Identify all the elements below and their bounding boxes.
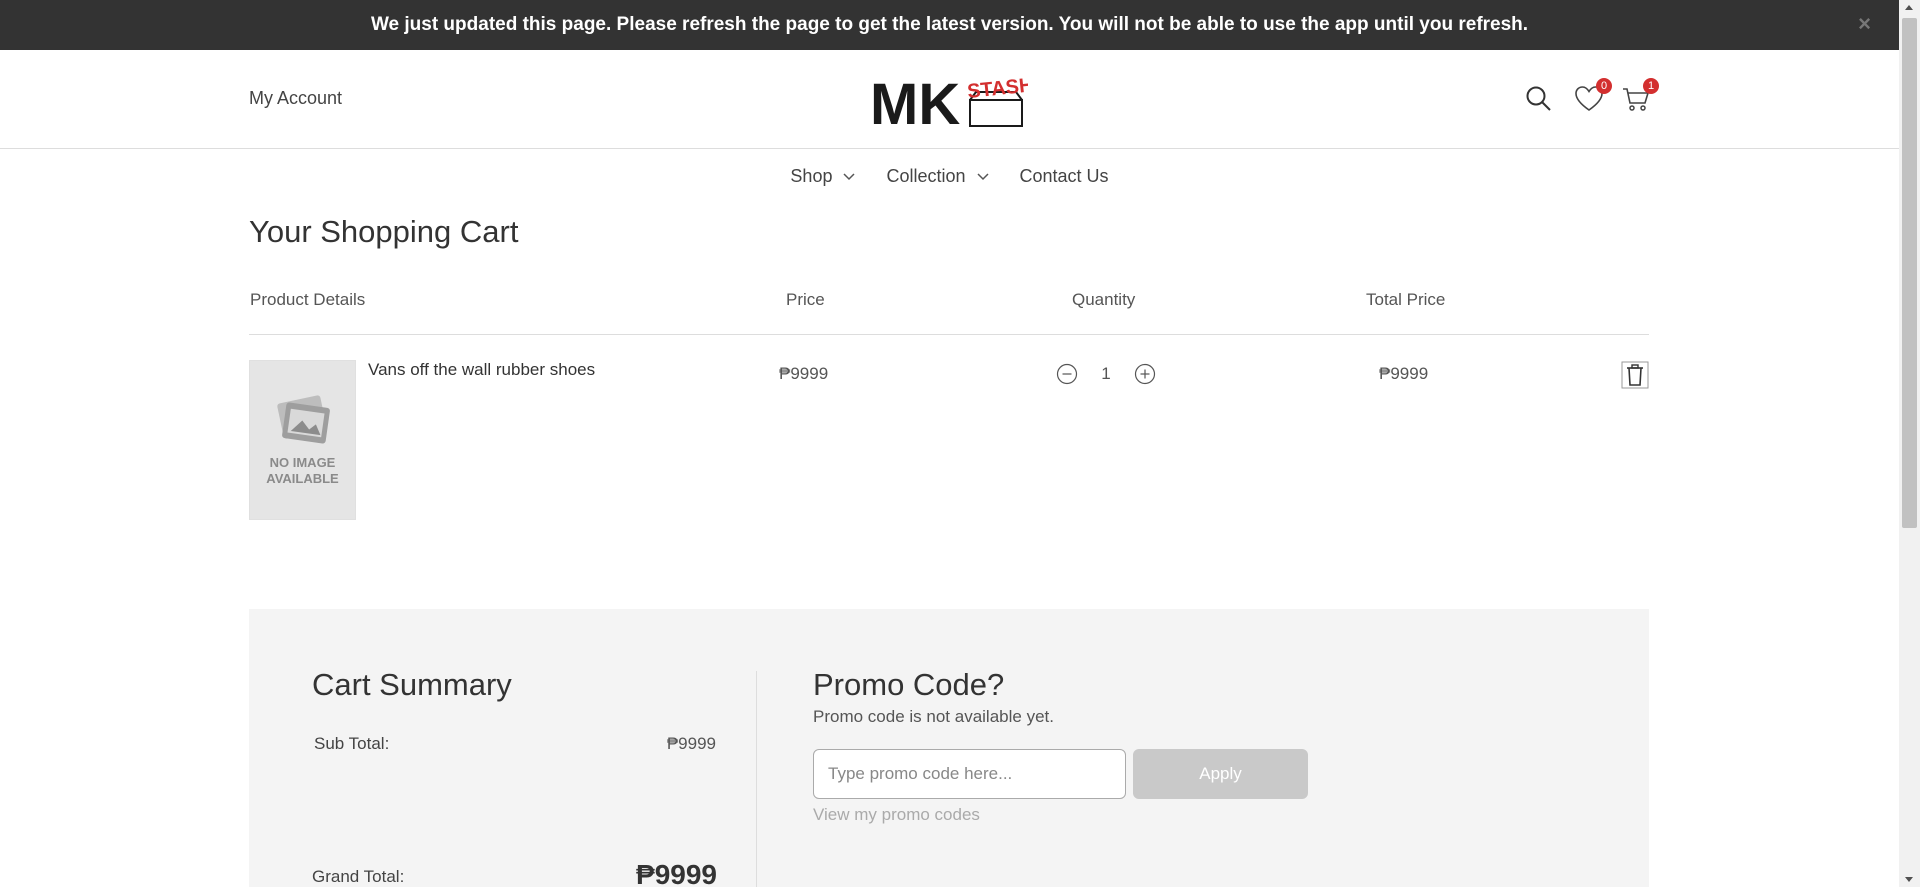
chevron-down-icon bbox=[976, 172, 989, 180]
main-nav: Shop Collection Contact Us bbox=[0, 166, 1899, 187]
cart-summary-title: Cart Summary bbox=[312, 667, 512, 702]
update-banner: We just updated this page. Please refres… bbox=[0, 0, 1899, 50]
apply-button[interactable]: Apply bbox=[1133, 749, 1308, 799]
scrollbar-thumb[interactable] bbox=[1902, 18, 1917, 528]
promo-title: Promo Code? bbox=[813, 667, 1005, 702]
nav-item-label: Contact Us bbox=[1019, 166, 1109, 186]
subtotal-label: Sub Total: bbox=[314, 734, 390, 753]
column-header-product-details: Product Details bbox=[250, 290, 366, 309]
nav-item-contact-us[interactable]: Contact Us bbox=[1020, 166, 1109, 187]
quantity-value: 1 bbox=[1101, 364, 1111, 383]
search-icon[interactable] bbox=[1524, 84, 1554, 114]
cart-count-badge: 1 bbox=[1643, 78, 1659, 94]
close-icon[interactable]: × bbox=[1858, 13, 1871, 35]
wishlist-button[interactable]: 0 bbox=[1574, 78, 1612, 114]
site-header: My Account MK STASH 0 1 bbox=[0, 50, 1899, 149]
my-account-link[interactable]: My Account bbox=[249, 88, 342, 109]
promo-subtitle: Promo code is not available yet. bbox=[813, 707, 1054, 726]
logo-accent-text: STASH bbox=[966, 74, 1028, 103]
quantity-stepper: 1 bbox=[1056, 363, 1156, 385]
logo-main-text: MK bbox=[870, 72, 960, 130]
nav-item-shop[interactable]: Shop bbox=[790, 166, 856, 187]
nav-item-collection[interactable]: Collection bbox=[886, 166, 989, 187]
trash-icon[interactable] bbox=[1621, 361, 1649, 389]
column-header-total-price: Total Price bbox=[1366, 290, 1446, 309]
cart-table-header: Product Details Price Quantity Total Pri… bbox=[249, 290, 1649, 335]
wishlist-count-badge: 0 bbox=[1596, 78, 1612, 94]
scrollbar[interactable] bbox=[1899, 0, 1920, 887]
update-banner-message: We just updated this page. Please refres… bbox=[370, 14, 1529, 35]
product-name[interactable]: Vans off the wall rubber shoes bbox=[368, 360, 595, 380]
summary-divider bbox=[756, 671, 757, 887]
image-placeholder-icon bbox=[276, 395, 330, 444]
plus-circle-icon[interactable] bbox=[1134, 363, 1156, 385]
grand-total-value: ₱9999 bbox=[636, 859, 717, 887]
column-header-price: Price bbox=[786, 290, 825, 309]
subtotal-value: ₱9999 bbox=[666, 734, 716, 753]
grand-total-label: Grand Total: bbox=[312, 867, 405, 886]
product-price: ₱9999 bbox=[779, 364, 829, 383]
mkstash-logo[interactable]: MK STASH bbox=[868, 70, 1028, 130]
view-promo-codes-link[interactable]: View my promo codes bbox=[813, 805, 980, 825]
product-image[interactable]: NO IMAGE AVAILABLE bbox=[249, 360, 356, 520]
minus-circle-icon[interactable] bbox=[1056, 363, 1078, 385]
promo-code-input[interactable] bbox=[813, 749, 1126, 799]
product-total-price: ₱9999 bbox=[1379, 364, 1429, 383]
scroll-down-icon[interactable] bbox=[1905, 877, 1913, 882]
summary-panel: Cart Summary Sub Total: ₱9999 Grand Tota… bbox=[249, 609, 1649, 887]
page-title: Your Shopping Cart bbox=[249, 214, 519, 249]
nav-item-label: Shop bbox=[790, 166, 833, 186]
chevron-down-icon bbox=[843, 172, 855, 180]
cart-button[interactable]: 1 bbox=[1621, 78, 1659, 114]
no-image-text: NO IMAGE AVAILABLE bbox=[266, 455, 339, 486]
scroll-up-icon[interactable] bbox=[1905, 5, 1913, 10]
column-header-quantity: Quantity bbox=[1072, 290, 1136, 309]
nav-item-label: Collection bbox=[886, 166, 966, 186]
